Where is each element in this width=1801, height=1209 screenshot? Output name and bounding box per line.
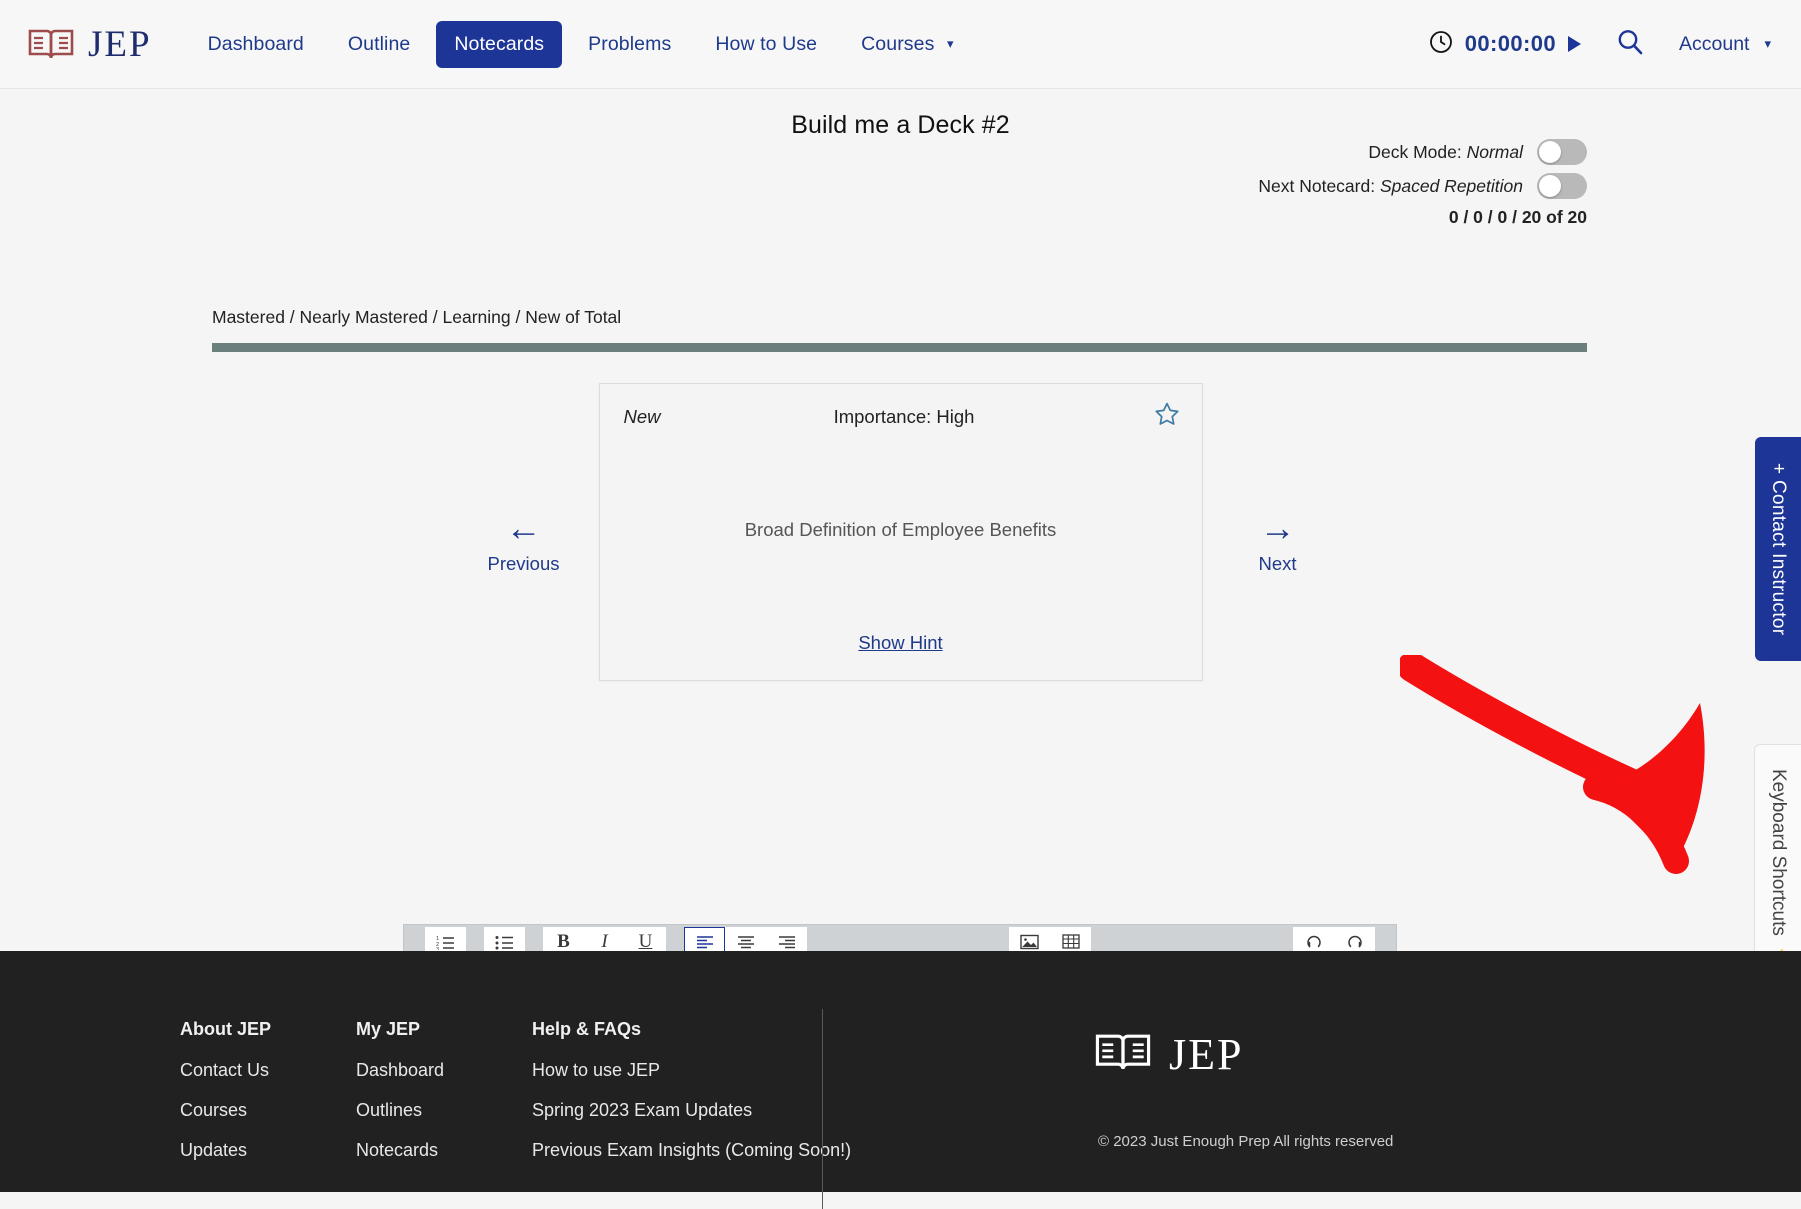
- keyboard-shortcuts-label: Keyboard Shortcuts: [1767, 769, 1789, 936]
- footer-columns: About JEP Contact Us Courses Updates My …: [0, 951, 1801, 1180]
- nav-label: Dashboard: [208, 33, 304, 55]
- session-timer: 00:00:00: [1429, 30, 1581, 59]
- nav-item-courses[interactable]: Courses ▾: [843, 21, 971, 68]
- previous-label: Previous: [449, 553, 599, 575]
- footer-column-about: About JEP Contact Us Courses Updates: [180, 1019, 298, 1180]
- footer-heading: About JEP: [180, 1019, 298, 1040]
- footer-link-exam-insights[interactable]: Previous Exam Insights (Coming Soon!): [532, 1140, 851, 1161]
- nav-label: How to Use: [715, 33, 817, 55]
- footer-link-contact-us[interactable]: Contact Us: [180, 1060, 298, 1081]
- deck-mode-value: Normal: [1467, 142, 1523, 162]
- stats-legend: Mastered / Nearly Mastered / Learning / …: [212, 307, 621, 328]
- show-hint-link[interactable]: Show Hint: [858, 632, 942, 653]
- nav-label: Problems: [588, 33, 671, 55]
- notecard-area: ← Previous New Importance: High Broad De…: [0, 383, 1801, 681]
- footer-heading: Help & FAQs: [532, 1019, 851, 1040]
- deck-mode-toggle[interactable]: [1537, 139, 1587, 165]
- arrow-right-icon: →: [1203, 513, 1353, 543]
- footer-column-help: Help & FAQs How to use JEP Spring 2023 E…: [532, 1019, 851, 1180]
- account-menu[interactable]: Account ▾: [1679, 33, 1771, 56]
- star-outline-icon[interactable]: [1154, 401, 1180, 427]
- red-arrow-annotation: [1400, 655, 1730, 885]
- timer-value: 00:00:00: [1465, 31, 1556, 57]
- nav-item-how-to-use[interactable]: How to Use: [697, 21, 835, 68]
- next-label: Next: [1203, 553, 1353, 575]
- show-hint-wrap: Show Hint: [600, 632, 1202, 680]
- page-title: Build me a Deck #2: [0, 111, 1801, 140]
- next-notecard-value: Spaced Repetition: [1380, 176, 1523, 196]
- notecard-front-text: Broad Definition of Employee Benefits: [600, 428, 1202, 632]
- italic-label: I: [601, 931, 607, 953]
- footer-brand: JEP: [1095, 1029, 1243, 1080]
- footer-link-notecards[interactable]: Notecards: [356, 1140, 474, 1161]
- notecard-state: New: [624, 406, 661, 428]
- svg-text:3: 3: [436, 947, 439, 950]
- deck-mode-label: Deck Mode: Normal: [1368, 142, 1523, 163]
- nav-item-problems[interactable]: Problems: [570, 21, 689, 68]
- arrow-left-icon: ←: [449, 513, 599, 543]
- main-content: Build me a Deck #2 Deck Mode: Normal Nex…: [0, 111, 1801, 140]
- next-notecard-text: Next Notecard:: [1258, 176, 1375, 196]
- footer-link-outlines[interactable]: Outlines: [356, 1100, 474, 1121]
- footer-link-updates[interactable]: Updates: [180, 1140, 298, 1161]
- footer-heading: My JEP: [356, 1019, 474, 1040]
- search-icon[interactable]: [1615, 27, 1645, 62]
- next-notecard-label: Next Notecard: Spaced Repetition: [1258, 176, 1523, 197]
- chevron-down-icon: ▾: [1764, 36, 1771, 52]
- deck-mode-row: Deck Mode: Normal: [1258, 139, 1587, 165]
- notecard[interactable]: New Importance: High Broad Definition of…: [599, 383, 1203, 681]
- account-label: Account: [1679, 33, 1749, 56]
- nav-item-notecards[interactable]: Notecards: [436, 21, 562, 68]
- navbar-right: 00:00:00 Account ▾: [1429, 27, 1771, 62]
- play-icon[interactable]: [1568, 36, 1581, 52]
- brand-text: JEP: [88, 23, 152, 66]
- previous-button[interactable]: ← Previous: [449, 513, 599, 575]
- footer-link-courses[interactable]: Courses: [180, 1100, 298, 1121]
- top-navbar: JEP Dashboard Outline Notecards Problems…: [0, 0, 1801, 89]
- contact-instructor-label: + Contact Instructor: [1768, 463, 1789, 635]
- next-notecard-toggle[interactable]: [1537, 173, 1587, 199]
- nav-label: Outline: [348, 33, 411, 55]
- nav-item-outline[interactable]: Outline: [330, 21, 429, 68]
- open-book-icon: [28, 27, 74, 61]
- footer-link-exam-updates[interactable]: Spring 2023 Exam Updates: [532, 1100, 851, 1121]
- open-book-icon: [1095, 1031, 1151, 1078]
- notecard-importance: Importance: High: [834, 406, 1005, 428]
- contact-instructor-tab[interactable]: + Contact Instructor: [1755, 437, 1801, 661]
- notecard-header: New Importance: High: [600, 384, 1202, 428]
- nav-label: Notecards: [454, 33, 544, 55]
- footer-copyright: © 2023 Just Enough Prep All rights reser…: [1098, 1133, 1393, 1150]
- next-button[interactable]: → Next: [1203, 513, 1353, 575]
- bold-label: B: [557, 931, 570, 953]
- brand-logo[interactable]: JEP: [28, 23, 152, 66]
- deck-progress-bar: [212, 343, 1587, 352]
- main-nav: Dashboard Outline Notecards Problems How…: [190, 21, 972, 68]
- footer-link-dashboard[interactable]: Dashboard: [356, 1060, 474, 1081]
- deck-counts: 0 / 0 / 0 / 20 of 20: [1258, 207, 1587, 228]
- nav-item-dashboard[interactable]: Dashboard: [190, 21, 322, 68]
- deck-settings: Deck Mode: Normal Next Notecard: Spaced …: [1258, 139, 1587, 228]
- deck-mode-text: Deck Mode:: [1368, 142, 1461, 162]
- site-footer: About JEP Contact Us Courses Updates My …: [0, 951, 1801, 1192]
- underline-label: U: [639, 931, 653, 953]
- chevron-down-icon: ▾: [947, 36, 954, 52]
- clock-icon: [1429, 30, 1453, 59]
- footer-column-myjep: My JEP Dashboard Outlines Notecards: [356, 1019, 474, 1180]
- footer-brand-text: JEP: [1169, 1029, 1243, 1080]
- footer-link-how-to-use[interactable]: How to use JEP: [532, 1060, 851, 1081]
- deck-counts-value: 0 / 0 / 0 / 20 of 20: [1449, 207, 1587, 227]
- next-notecard-row: Next Notecard: Spaced Repetition: [1258, 173, 1587, 199]
- footer-divider: [822, 1009, 823, 1209]
- nav-label: Courses: [861, 33, 934, 55]
